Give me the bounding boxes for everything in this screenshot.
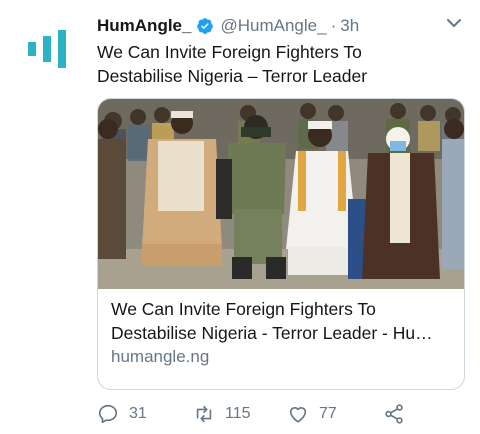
logo-bar <box>28 42 36 56</box>
link-card[interactable]: We Can Invite Foreign Fighters To Destab… <box>97 98 465 390</box>
timestamp[interactable]: 3h <box>340 16 359 36</box>
tweet-text-line: Destabilise Nigeria – Terror Leader <box>97 66 368 86</box>
separator-dot: · <box>330 16 337 35</box>
logo-bar <box>58 30 66 68</box>
card-title-line: Destabilise Nigeria - Terror Leader - Hu… <box>111 323 433 343</box>
author-handle[interactable]: @HumAngle_ <box>220 16 326 36</box>
tweet-text-line: We Can Invite Foreign Fighters To <box>97 42 362 62</box>
avatar[interactable] <box>26 26 72 72</box>
retweet-button[interactable]: 115 <box>193 400 251 428</box>
like-count: 77 <box>319 405 337 422</box>
author-name[interactable]: HumAngle_ <box>97 16 191 36</box>
share-icon <box>385 404 403 424</box>
retweet-icon <box>196 405 212 423</box>
share-button[interactable] <box>383 400 405 428</box>
tweet-actions: 31 115 77 <box>97 400 467 428</box>
retweet-count: 115 <box>225 405 251 422</box>
card-domain: humangle.ng <box>111 347 210 366</box>
tweet[interactable]: HumAngle_ @HumAngle_ · 3h We Can Invite … <box>0 0 480 434</box>
logo-bar <box>43 36 51 62</box>
card-title-line: We Can Invite Foreign Fighters To <box>111 299 376 319</box>
reply-icon <box>98 404 118 424</box>
reply-count: 31 <box>129 405 147 422</box>
tweet-text: We Can Invite Foreign Fighters To Destab… <box>97 40 457 88</box>
verified-badge-icon <box>197 18 214 34</box>
like-icon <box>289 407 307 423</box>
like-button[interactable]: 77 <box>287 400 337 428</box>
card-image[interactable] <box>98 99 464 289</box>
reply-button[interactable]: 31 <box>97 400 147 428</box>
card-body: We Can Invite Foreign Fighters To Destab… <box>111 297 456 369</box>
chevron-down-icon[interactable] <box>446 17 462 29</box>
tweet-header: HumAngle_ @HumAngle_ · 3h <box>97 13 466 39</box>
